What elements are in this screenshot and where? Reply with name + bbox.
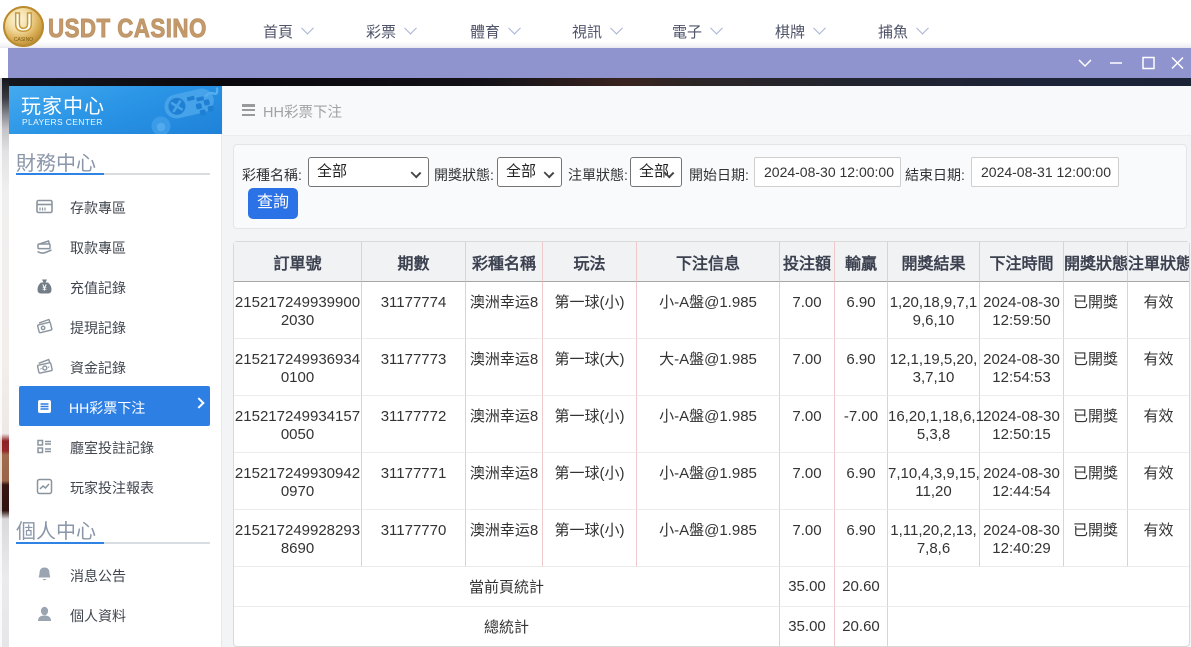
svg-text:¥: ¥ bbox=[42, 284, 47, 293]
